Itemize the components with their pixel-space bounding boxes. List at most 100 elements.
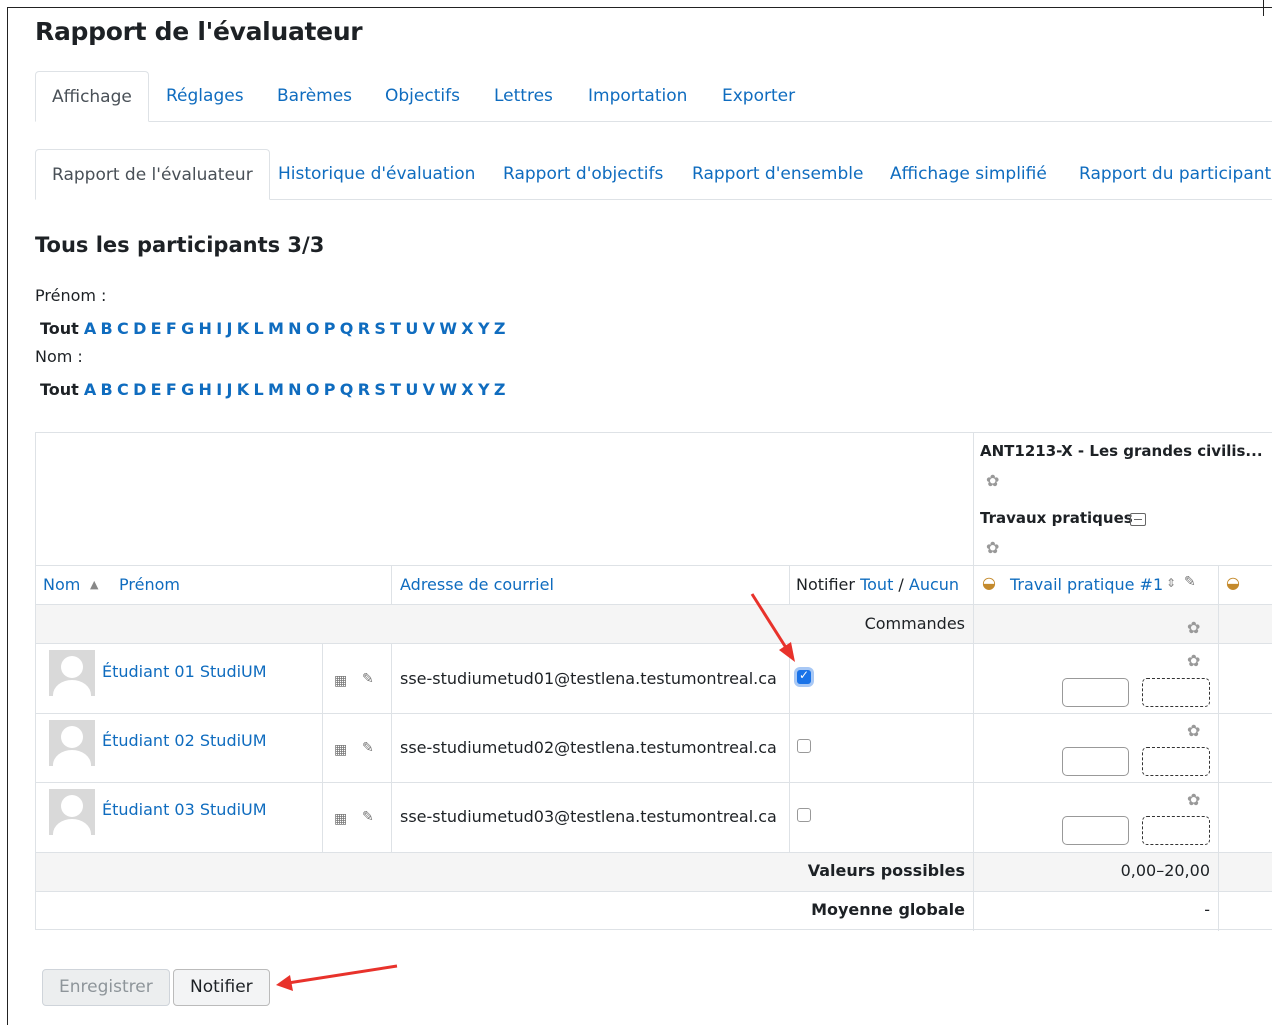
lastname-initial-u[interactable]: U — [405, 380, 418, 399]
notify-select-all[interactable]: Tout — [860, 575, 893, 594]
tab-rapport-ensemble[interactable]: Rapport d'ensemble — [692, 149, 863, 200]
firstname-initial-b[interactable]: B — [101, 319, 113, 338]
lastname-initial-k[interactable]: K — [237, 380, 249, 399]
firstname-initial-u[interactable]: U — [405, 319, 418, 338]
lastname-initial-f[interactable]: F — [166, 380, 177, 399]
firstname-initial-all[interactable]: Tout — [40, 319, 79, 338]
lastname-initial-s[interactable]: S — [374, 380, 386, 399]
lastname-initial-w[interactable]: W — [439, 380, 457, 399]
course-gear-icon[interactable]: ✿ — [986, 473, 999, 489]
lastname-initial-q[interactable]: Q — [340, 380, 354, 399]
category-gear-icon[interactable]: ✿ — [986, 540, 999, 556]
lastname-initial-e[interactable]: E — [151, 380, 162, 399]
grade-report-icon[interactable]: ▦ — [334, 673, 347, 689]
student-name-link[interactable]: Étudiant 03 StudiUM — [102, 800, 267, 819]
tab-reglages[interactable]: Réglages — [166, 71, 244, 122]
notify-checkbox[interactable] — [797, 668, 811, 684]
save-button[interactable]: Enregistrer — [42, 969, 170, 1006]
tab-baremes[interactable]: Barèmes — [277, 71, 352, 122]
cell-gear-icon[interactable]: ✿ — [1187, 723, 1200, 739]
lastname-initial-a[interactable]: A — [84, 380, 96, 399]
firstname-initial-s[interactable]: S — [374, 319, 386, 338]
firstname-initial-n[interactable]: N — [288, 319, 301, 338]
tab-importation[interactable]: Importation — [588, 71, 687, 122]
firstname-initial-c[interactable]: C — [117, 319, 129, 338]
firstname-initial-y[interactable]: Y — [478, 319, 490, 338]
edit-pencil-icon[interactable]: ✎ — [362, 740, 374, 756]
firstname-initial-z[interactable]: Z — [494, 319, 506, 338]
lastname-initial-all[interactable]: Tout — [40, 380, 79, 399]
edit-pencil-icon[interactable]: ✎ — [362, 809, 374, 825]
lastname-initial-y[interactable]: Y — [478, 380, 490, 399]
grade-input[interactable] — [1062, 747, 1129, 776]
lastname-initial-l[interactable]: L — [253, 380, 263, 399]
firstname-initial-w[interactable]: W — [439, 319, 457, 338]
grade-input[interactable] — [1062, 678, 1129, 707]
lastname-initial-i[interactable]: I — [216, 380, 222, 399]
lastname-initial-p[interactable]: P — [324, 380, 336, 399]
grade-report-icon[interactable]: ▦ — [334, 811, 347, 827]
lastname-initial-j[interactable]: J — [226, 380, 232, 399]
notify-checkbox[interactable] — [797, 808, 811, 822]
firstname-initial-x[interactable]: X — [461, 319, 473, 338]
firstname-initial-o[interactable]: O — [306, 319, 320, 338]
notify-checkbox[interactable] — [797, 739, 811, 753]
firstname-initial-k[interactable]: K — [237, 319, 249, 338]
firstname-initial-v[interactable]: V — [423, 319, 435, 338]
sort-by-lastname[interactable]: Nom — [43, 575, 80, 594]
firstname-initial-f[interactable]: F — [166, 319, 177, 338]
collapse-icon[interactable] — [1130, 513, 1146, 526]
firstname-initial-a[interactable]: A — [84, 319, 96, 338]
sort-icon[interactable]: ⇕ — [1166, 576, 1176, 590]
lastname-initial-v[interactable]: V — [423, 380, 435, 399]
lastname-initial-r[interactable]: R — [358, 380, 370, 399]
cell-gear-icon[interactable]: ✿ — [1187, 653, 1200, 669]
lastname-initial-b[interactable]: B — [101, 380, 113, 399]
student-name-link[interactable]: Étudiant 01 StudiUM — [102, 662, 267, 681]
firstname-initial-d[interactable]: D — [133, 319, 146, 338]
sort-by-email[interactable]: Adresse de courriel — [400, 575, 554, 594]
feedback-input[interactable] — [1142, 747, 1210, 776]
lastname-initial-o[interactable]: O — [306, 380, 320, 399]
student-name-link[interactable]: Étudiant 02 StudiUM — [102, 731, 267, 750]
lastname-initial-c[interactable]: C — [117, 380, 129, 399]
tab-affichage[interactable]: Affichage — [35, 71, 149, 122]
sort-by-firstname[interactable]: Prénom — [119, 575, 180, 594]
lastname-initial-x[interactable]: X — [461, 380, 473, 399]
tab-objectifs[interactable]: Objectifs — [385, 71, 460, 122]
edit-pencil-icon[interactable]: ✎ — [362, 671, 374, 687]
edit-pencil-icon[interactable]: ✎ — [1184, 574, 1196, 590]
grade-item-header[interactable]: Travail pratique #1 — [1010, 575, 1163, 594]
lastname-initial-d[interactable]: D — [133, 380, 146, 399]
grade-report-icon[interactable]: ▦ — [334, 742, 347, 758]
lastname-initial-t[interactable]: T — [390, 380, 401, 399]
cell-gear-icon[interactable]: ✿ — [1187, 792, 1200, 808]
firstname-initial-l[interactable]: L — [253, 319, 263, 338]
lastname-initial-n[interactable]: N — [288, 380, 301, 399]
tab-rapport-participant[interactable]: Rapport du participant — [1079, 149, 1271, 200]
tab-rapport-objectifs[interactable]: Rapport d'objectifs — [503, 149, 663, 200]
firstname-initial-e[interactable]: E — [151, 319, 162, 338]
firstname-initial-g[interactable]: G — [181, 319, 194, 338]
firstname-initial-m[interactable]: M — [268, 319, 284, 338]
lastname-initial-g[interactable]: G — [181, 380, 194, 399]
tab-exporter[interactable]: Exporter — [722, 71, 795, 122]
firstname-initial-p[interactable]: P — [324, 319, 336, 338]
tab-historique[interactable]: Historique d'évaluation — [278, 149, 475, 200]
firstname-initial-i[interactable]: I — [216, 319, 222, 338]
tab-affichage-simplifie[interactable]: Affichage simplifié — [890, 149, 1047, 200]
grade-input[interactable] — [1062, 816, 1129, 845]
firstname-initial-h[interactable]: H — [199, 319, 212, 338]
firstname-initial-r[interactable]: R — [358, 319, 370, 338]
lastname-initial-m[interactable]: M — [268, 380, 284, 399]
item-gear-icon[interactable]: ✿ — [1187, 620, 1200, 636]
firstname-initial-q[interactable]: Q — [340, 319, 354, 338]
lastname-initial-h[interactable]: H — [199, 380, 212, 399]
feedback-input[interactable] — [1142, 816, 1210, 845]
lastname-initial-z[interactable]: Z — [494, 380, 506, 399]
notify-button[interactable]: Notifier — [173, 969, 270, 1006]
firstname-initial-j[interactable]: J — [226, 319, 232, 338]
notify-select-none[interactable]: Aucun — [909, 575, 959, 594]
firstname-initial-t[interactable]: T — [390, 319, 401, 338]
feedback-input[interactable] — [1142, 678, 1210, 707]
